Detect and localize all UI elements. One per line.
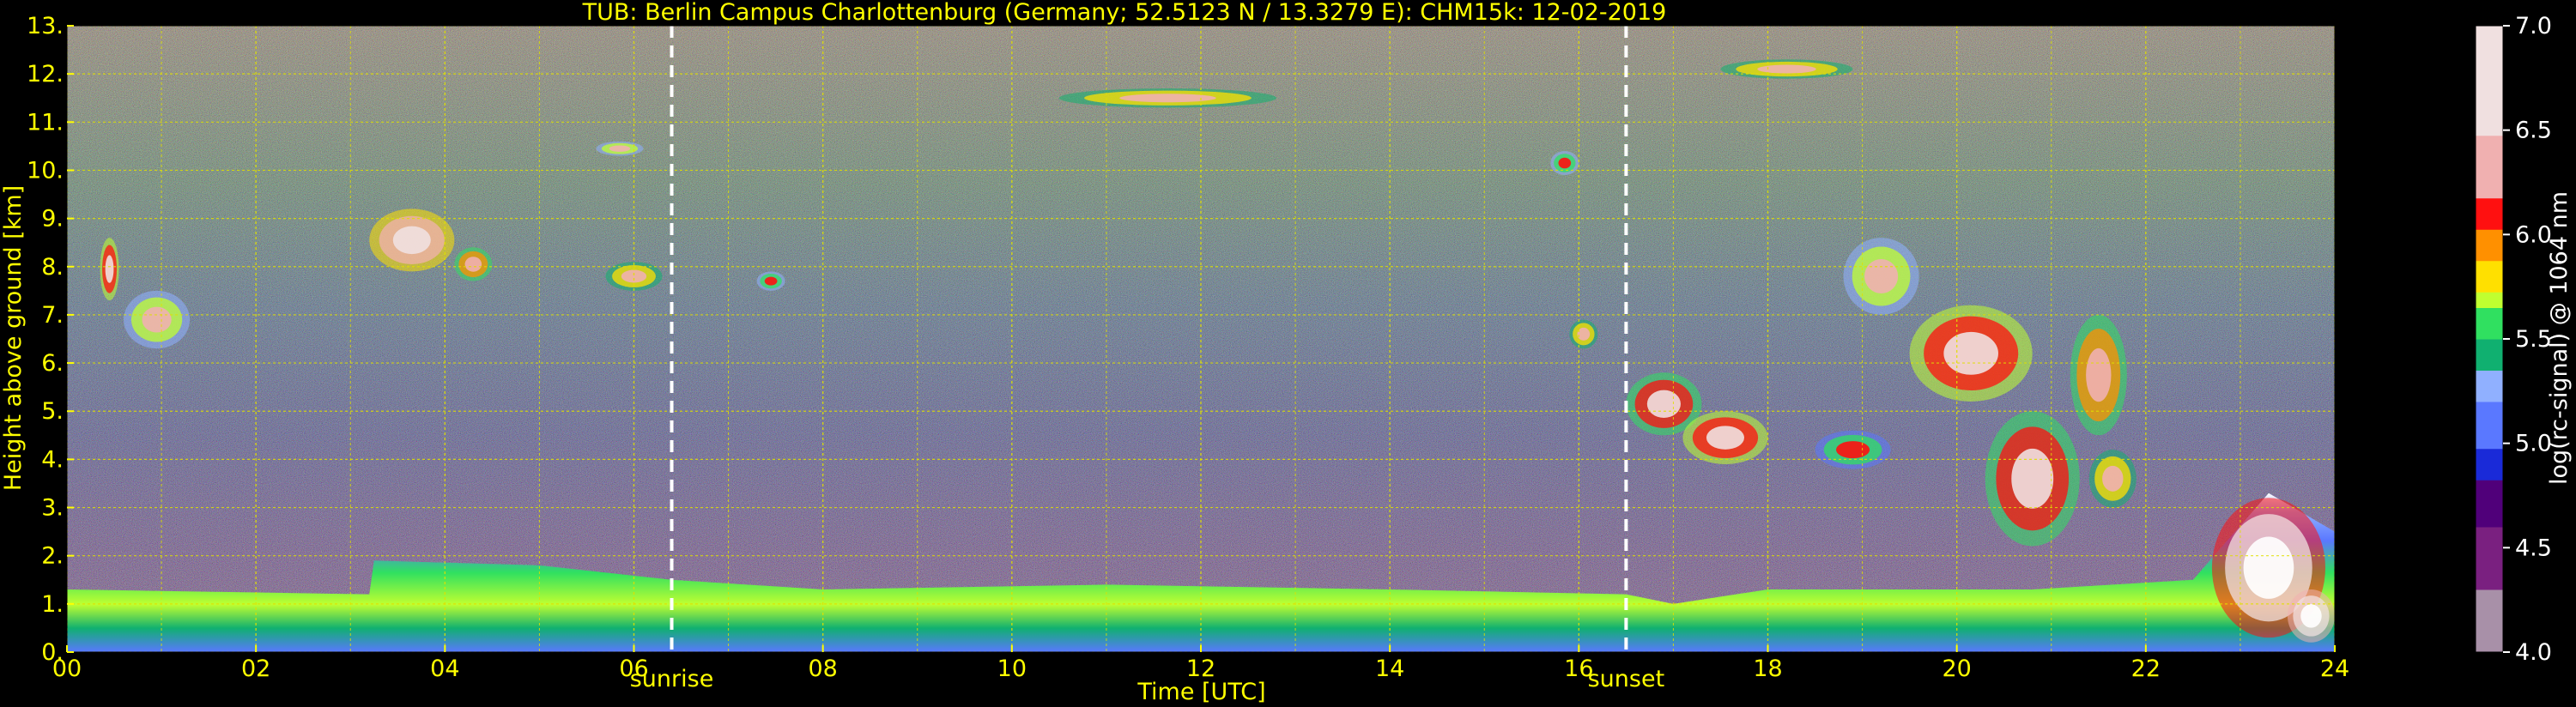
y-tick-label: 13. bbox=[27, 13, 64, 39]
colorbar-segment bbox=[2476, 605, 2503, 621]
y-tick-label: 0. bbox=[41, 639, 64, 666]
marker-label-sunset: sunset bbox=[1588, 666, 1665, 692]
colorbar-segment bbox=[2476, 41, 2503, 57]
colorbar-segment bbox=[2476, 527, 2503, 543]
x-tick-label: 22 bbox=[2131, 656, 2161, 682]
colorbar-tick-label: 7.0 bbox=[2515, 13, 2552, 39]
cloud-layer-16 bbox=[1985, 411, 2080, 547]
colorbar-label: log(rc-signal) @ 1064 nm bbox=[2546, 191, 2573, 485]
colorbar-segment bbox=[2476, 339, 2503, 355]
cloud-layer-1 bbox=[124, 290, 191, 349]
cloud-layer-3 bbox=[454, 247, 493, 281]
cloud-layer-15 bbox=[1909, 305, 2033, 402]
colorbar-segment bbox=[2476, 402, 2503, 418]
colorbar-segment bbox=[2476, 385, 2503, 402]
colorbar-segment bbox=[2476, 370, 2503, 387]
colorbar-segment bbox=[2476, 260, 2503, 277]
cloud-layer-7 bbox=[1058, 88, 1277, 108]
colorbar-segment bbox=[2476, 542, 2503, 559]
cloud-layer-17 bbox=[2070, 314, 2127, 436]
colorbar-segment bbox=[2476, 245, 2503, 262]
marker-label-sunrise: sunrise bbox=[630, 666, 714, 692]
lidar-chart: TUB: Berlin Campus Charlottenburg (Germa… bbox=[0, 0, 2573, 705]
colorbar-segment bbox=[2476, 26, 2503, 42]
colorbar-segment bbox=[2476, 480, 2503, 496]
x-tick-label: 10 bbox=[997, 656, 1027, 682]
colorbar-segment bbox=[2476, 57, 2503, 74]
cloud-layer-6 bbox=[596, 141, 644, 156]
colorbar-segment bbox=[2476, 589, 2503, 606]
colorbar-segment bbox=[2476, 620, 2503, 638]
colorbar bbox=[2475, 25, 2504, 653]
colorbar-segment bbox=[2476, 119, 2503, 136]
colorbar-segment bbox=[2476, 307, 2503, 324]
cloud-layer-14 bbox=[1843, 238, 1919, 315]
colorbar-segment bbox=[2476, 417, 2503, 433]
cloud-layer-20 bbox=[2287, 589, 2335, 643]
colorbar-segment bbox=[2476, 197, 2503, 215]
colorbar-segment bbox=[2476, 151, 2503, 167]
colorbar-tick-label: 4.5 bbox=[2515, 535, 2552, 561]
colorbar-tick-label: 6.5 bbox=[2515, 118, 2552, 144]
colorbar-segment bbox=[2476, 276, 2503, 293]
y-tick-label: 2. bbox=[41, 543, 64, 570]
colorbar-segment bbox=[2476, 182, 2503, 199]
colorbar-segment bbox=[2476, 432, 2503, 450]
colorbar-tick-label: 4.0 bbox=[2515, 639, 2552, 666]
colorbar-segment bbox=[2476, 104, 2503, 120]
y-tick-label: 11. bbox=[27, 109, 64, 136]
colorbar-segment bbox=[2476, 72, 2503, 89]
colorbar-segment bbox=[2476, 573, 2503, 590]
y-tick-label: 5. bbox=[41, 398, 64, 425]
colorbar-segment bbox=[2476, 511, 2503, 528]
colorbar-segment bbox=[2476, 166, 2503, 183]
x-tick-label: 20 bbox=[1942, 656, 1971, 682]
x-tick-label: 24 bbox=[2320, 656, 2349, 682]
x-tick-label: 18 bbox=[1753, 656, 1782, 682]
colorbar-segment bbox=[2476, 214, 2503, 230]
colorbar-segment bbox=[2476, 292, 2503, 308]
cloud-layer-12 bbox=[1682, 411, 1768, 464]
cloud-layer-13 bbox=[1815, 430, 1891, 469]
y-tick-label: 10. bbox=[27, 157, 64, 184]
cloud-layer-18 bbox=[2088, 450, 2137, 508]
y-tick-label: 4. bbox=[41, 446, 64, 473]
colorbar-segment bbox=[2476, 464, 2503, 480]
x-tick-label: 04 bbox=[430, 656, 459, 682]
colorbar-segment bbox=[2476, 135, 2503, 152]
colorbar-segment bbox=[2476, 229, 2503, 245]
cloud-layer-10 bbox=[1569, 319, 1598, 349]
x-tick-label: 08 bbox=[808, 656, 837, 682]
cloud-layer-5 bbox=[756, 271, 785, 291]
colorbar-ticks: 4.04.55.05.56.06.57.0 bbox=[2503, 13, 2552, 666]
colorbar-segment bbox=[2476, 495, 2503, 512]
colorbar-segment bbox=[2476, 448, 2503, 465]
x-axis-label: Time [UTC] bbox=[1136, 679, 1265, 705]
chart-title: TUB: Berlin Campus Charlottenburg (Germa… bbox=[582, 0, 1667, 26]
colorbar-segment bbox=[2476, 636, 2503, 653]
colorbar-segment bbox=[2476, 558, 2503, 575]
colorbar-segment bbox=[2476, 323, 2503, 340]
y-tick-label: 1. bbox=[41, 591, 64, 618]
colorbar-segment bbox=[2476, 354, 2503, 371]
colorbar-segment bbox=[2476, 88, 2503, 105]
cloud-layer-8 bbox=[1720, 59, 1853, 79]
x-tick-label: 14 bbox=[1375, 656, 1404, 682]
y-tick-label: 9. bbox=[41, 206, 64, 233]
y-tick-label: 3. bbox=[41, 495, 64, 522]
cloud-layer-9 bbox=[1550, 151, 1579, 176]
y-tick-label: 12. bbox=[27, 61, 64, 88]
y-tick-label: 8. bbox=[41, 254, 64, 281]
cloud-layer-0 bbox=[100, 238, 119, 301]
y-tick-label: 6. bbox=[41, 350, 64, 377]
y-axis-label: Height above ground [km] bbox=[0, 185, 27, 491]
x-tick-label: 02 bbox=[241, 656, 270, 682]
y-tick-label: 7. bbox=[41, 302, 64, 329]
